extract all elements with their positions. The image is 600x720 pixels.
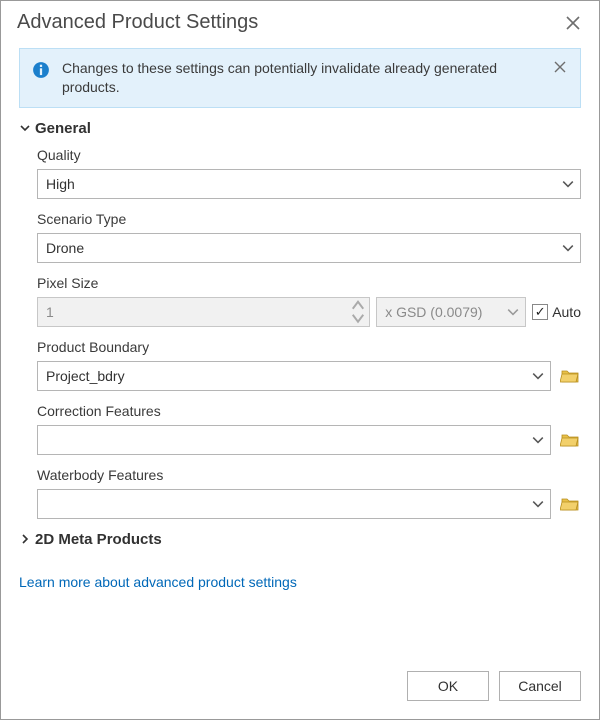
correction-features-select[interactable] bbox=[37, 425, 551, 455]
ok-button[interactable]: OK bbox=[407, 671, 489, 701]
chevron-down-icon bbox=[507, 306, 519, 318]
product-boundary-select[interactable]: Project_bdry bbox=[37, 361, 551, 391]
scenario-type-select[interactable]: Drone bbox=[37, 233, 581, 263]
advanced-product-settings-dialog: Advanced Product Settings Changes to the… bbox=[0, 0, 600, 720]
label-pixel-size: Pixel Size bbox=[37, 275, 581, 291]
field-product-boundary: Product Boundary Project_bdry bbox=[37, 339, 581, 391]
dialog-title: Advanced Product Settings bbox=[17, 11, 258, 34]
label-waterbody-features: Waterbody Features bbox=[37, 467, 581, 483]
pixel-size-unit-select: x GSD (0.0079) bbox=[376, 297, 526, 327]
label-product-boundary: Product Boundary bbox=[37, 339, 581, 355]
chevron-down-icon bbox=[532, 370, 544, 382]
quality-value: High bbox=[46, 176, 75, 192]
product-boundary-browse-button[interactable] bbox=[559, 365, 581, 387]
section-title-2d-meta-products: 2D Meta Products bbox=[35, 531, 162, 548]
waterbody-features-browse-button[interactable] bbox=[559, 493, 581, 515]
spinner-down-button bbox=[351, 313, 365, 324]
pixel-size-input: 1 bbox=[37, 297, 370, 327]
section-header-2d-meta-products[interactable]: 2D Meta Products bbox=[19, 531, 581, 548]
alert-close-button[interactable] bbox=[552, 59, 568, 75]
field-correction-features: Correction Features bbox=[37, 403, 581, 455]
waterbody-features-select[interactable] bbox=[37, 489, 551, 519]
label-scenario-type: Scenario Type bbox=[37, 211, 581, 227]
auto-label: Auto bbox=[552, 304, 581, 320]
info-alert: Changes to these settings can potentiall… bbox=[19, 48, 581, 108]
chevron-right-icon bbox=[19, 533, 31, 545]
dialog-close-button[interactable] bbox=[563, 13, 583, 33]
label-quality: Quality bbox=[37, 147, 581, 163]
section-body-general: Quality High Scenario Type Drone Pixel S… bbox=[19, 147, 581, 519]
correction-features-browse-button[interactable] bbox=[559, 429, 581, 451]
chevron-down-icon bbox=[19, 122, 31, 134]
pixel-size-value: 1 bbox=[46, 304, 54, 320]
chevron-down-icon bbox=[532, 434, 544, 446]
button-bar: OK Cancel bbox=[1, 657, 599, 719]
spinner-up-button bbox=[351, 300, 365, 311]
learn-more-link[interactable]: Learn more about advanced product settin… bbox=[19, 574, 297, 590]
info-icon bbox=[32, 61, 50, 79]
checkbox-icon bbox=[532, 304, 548, 320]
section-header-general[interactable]: General bbox=[19, 120, 581, 137]
folder-icon bbox=[560, 366, 580, 386]
title-bar: Advanced Product Settings bbox=[1, 1, 599, 42]
product-boundary-value: Project_bdry bbox=[46, 368, 125, 384]
cancel-button[interactable]: Cancel bbox=[499, 671, 581, 701]
section-title-general: General bbox=[35, 120, 91, 137]
chevron-down-icon bbox=[562, 242, 574, 254]
auto-checkbox[interactable]: Auto bbox=[532, 304, 581, 320]
chevron-down-icon bbox=[562, 178, 574, 190]
scenario-type-value: Drone bbox=[46, 240, 84, 256]
quality-select[interactable]: High bbox=[37, 169, 581, 199]
close-icon bbox=[566, 16, 580, 30]
field-scenario-type: Scenario Type Drone bbox=[37, 211, 581, 263]
field-waterbody-features: Waterbody Features bbox=[37, 467, 581, 519]
chevron-down-icon bbox=[532, 498, 544, 510]
field-pixel-size: Pixel Size 1 x GSD (0.0079) bbox=[37, 275, 581, 327]
field-quality: Quality High bbox=[37, 147, 581, 199]
alert-message: Changes to these settings can potentiall… bbox=[62, 59, 540, 97]
folder-icon bbox=[560, 430, 580, 450]
close-icon bbox=[554, 61, 566, 73]
label-correction-features: Correction Features bbox=[37, 403, 581, 419]
folder-icon bbox=[560, 494, 580, 514]
pixel-size-unit-value: x GSD (0.0079) bbox=[385, 304, 482, 320]
dialog-content: Changes to these settings can potentiall… bbox=[1, 42, 599, 657]
